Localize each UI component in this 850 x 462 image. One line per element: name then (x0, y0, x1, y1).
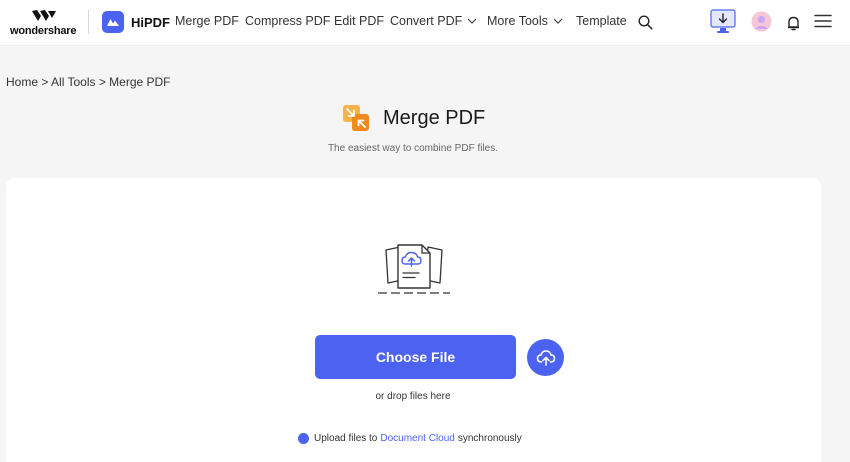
breadcrumb[interactable]: Home > All Tools > Merge PDF (6, 75, 171, 89)
nav-label: Merge PDF (175, 14, 239, 28)
nav-label: Compress PDF (245, 14, 331, 28)
hipdf-logo[interactable]: HiPDF (102, 11, 170, 33)
upload-card[interactable] (6, 178, 821, 462)
search-icon[interactable] (637, 13, 653, 31)
header-divider (88, 10, 89, 34)
wondershare-mark-icon (32, 10, 56, 21)
bell-icon[interactable] (786, 14, 800, 31)
sync-option[interactable]: Upload files to Document Cloud synchrono… (298, 432, 522, 445)
hipdf-logo-icon (102, 11, 124, 33)
chevron-down-icon (467, 18, 477, 24)
sync-suffix: synchronously (457, 433, 522, 444)
menu-icon[interactable] (814, 13, 832, 29)
nav-edit-pdf[interactable]: Edit PDF (334, 14, 384, 28)
sync-prefix: Upload files to (314, 433, 378, 444)
nav-convert-pdf[interactable]: Convert PDF (390, 14, 477, 28)
upload-documents-illustration (378, 244, 450, 294)
sync-radio[interactable] (298, 433, 309, 444)
wondershare-logo[interactable]: wondershare (10, 9, 78, 39)
hipdf-wordmark: HiPDF (131, 14, 170, 30)
choose-file-button[interactable]: Choose File (315, 335, 516, 379)
nav-label: Edit PDF (334, 14, 385, 28)
merge-pdf-tool-icon (343, 105, 369, 131)
drop-files-hint: or drop files here (375, 391, 451, 402)
wondershare-wordmark: wondershare (10, 25, 77, 37)
page-subtitle: The easiest way to combine PDF files. (327, 143, 499, 154)
nav-more-tools[interactable]: More Tools (487, 14, 563, 28)
download-desktop-icon[interactable] (710, 9, 736, 34)
nav-label: More Tools (487, 14, 548, 28)
nav-merge-pdf[interactable]: Merge PDF (175, 14, 239, 28)
page-title: Merge PDF (383, 106, 486, 129)
nav-label: Template (576, 14, 627, 28)
cloud-upload-button[interactable] (527, 339, 564, 376)
cloud-upload-icon (536, 349, 555, 366)
document-cloud-link[interactable]: Document Cloud (380, 433, 454, 444)
chevron-down-icon (553, 18, 563, 24)
top-nav-bar: wondershare HiPDF Merge PDF Compress PDF… (0, 0, 850, 46)
nav-compress-pdf[interactable]: Compress PDF (245, 14, 330, 28)
nav-template[interactable]: Template (576, 14, 627, 28)
avatar[interactable] (751, 11, 772, 32)
page-title-row: Merge PDF (343, 104, 485, 132)
nav-label: Convert PDF (390, 14, 463, 28)
